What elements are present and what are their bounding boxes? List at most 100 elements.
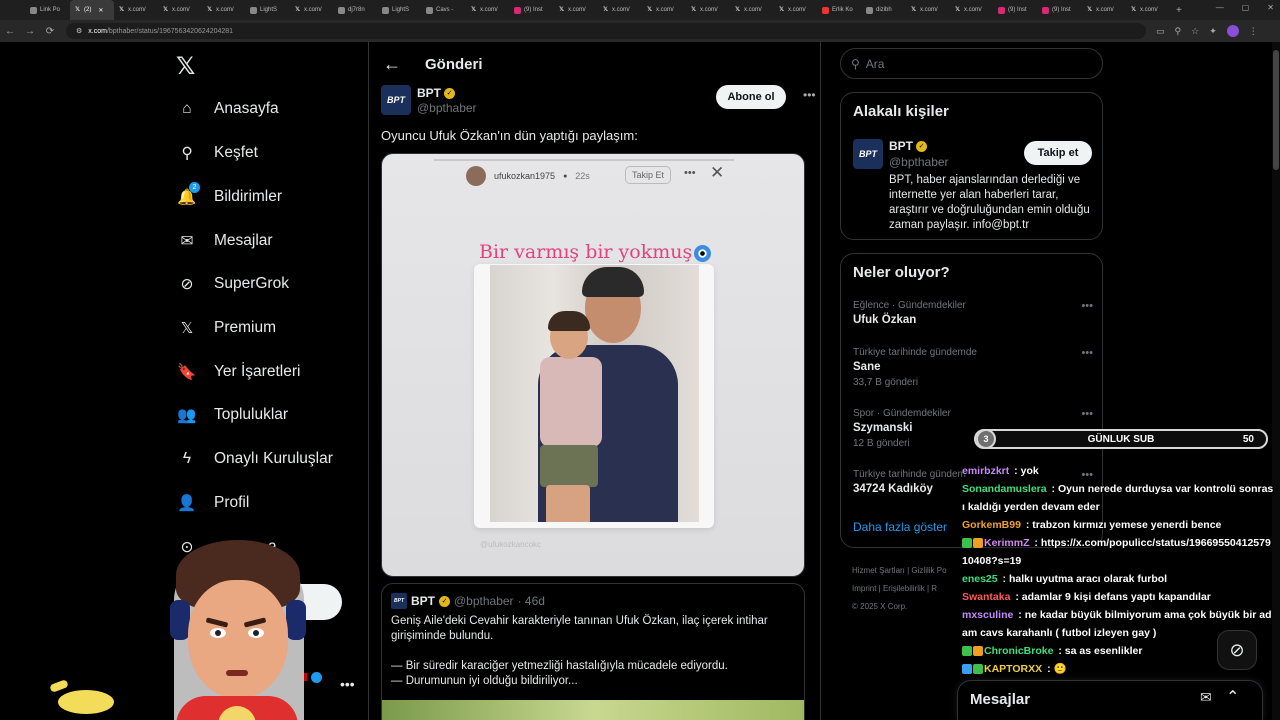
browser-tab[interactable]: (9) Inst bbox=[994, 0, 1038, 20]
x-logo[interactable]: 𝕏 bbox=[176, 52, 195, 81]
browser-tab[interactable]: Link Po bbox=[26, 0, 70, 20]
browser-tab[interactable]: 𝕏x.com/ bbox=[730, 0, 774, 20]
tab-label: Erlik Ko bbox=[832, 7, 853, 13]
chat-text: 🙂 bbox=[1053, 663, 1067, 675]
browser-tab[interactable]: 𝕏x.com/ bbox=[290, 0, 334, 20]
trend-more-icon[interactable]: ••• bbox=[1081, 347, 1093, 359]
cast-icon[interactable]: ▭ bbox=[1156, 26, 1165, 37]
instagram-favicon-icon bbox=[998, 6, 1005, 14]
trend-more-icon[interactable]: ••• bbox=[1081, 408, 1093, 420]
tab-label: x.com/ bbox=[788, 7, 806, 13]
maximize-icon[interactable]: ▢ bbox=[1242, 3, 1250, 12]
browser-tab[interactable]: (9) Inst bbox=[1038, 0, 1082, 20]
browser-tab[interactable]: 𝕏x.com/ bbox=[554, 0, 598, 20]
nav-item-profile[interactable]: 👤 Profil bbox=[176, 492, 249, 514]
browser-tab[interactable]: 𝕏x.com/ bbox=[114, 0, 158, 20]
minimize-icon[interactable]: — bbox=[1216, 3, 1224, 12]
nav-item-bell[interactable]: 🔔 2 Bildirimler bbox=[176, 182, 282, 208]
browser-tab[interactable]: 𝕏x.com/ bbox=[158, 0, 202, 20]
search-input[interactable]: ⚲ Ara bbox=[840, 48, 1103, 79]
browser-menu-icon[interactable]: ⋮ bbox=[1249, 26, 1258, 37]
nav-item-bookmark[interactable]: 🔖 Yer İşaretleri bbox=[176, 361, 300, 383]
streamer-avatar-overlay bbox=[140, 520, 360, 720]
nav-item-mail[interactable]: ✉ Mesajlar bbox=[176, 230, 273, 252]
nav-item-home[interactable]: ⌂ Anasayfa bbox=[176, 98, 278, 120]
author-handle[interactable]: @bpthaber bbox=[417, 101, 477, 115]
nav-item-grok[interactable]: ⊘ SuperGrok bbox=[176, 273, 289, 295]
star-icon[interactable]: ☆ bbox=[1191, 26, 1199, 37]
gold-verified-icon: ✓ bbox=[439, 595, 450, 607]
related-handle: @bpthaber bbox=[889, 155, 949, 169]
quoted-post[interactable]: BPT BPT ✓ @bpthaber · 46d Geniş Aile'dek… bbox=[381, 583, 805, 720]
author-avatar[interactable]: BPT bbox=[381, 85, 411, 115]
story-watermark: @ufukozkancokc bbox=[480, 540, 542, 549]
url-host: x.com bbox=[88, 27, 107, 35]
browser-tab[interactable]: 𝕏x.com/ bbox=[466, 0, 510, 20]
quoted-post-age: · 46d bbox=[517, 594, 545, 608]
site-info-icon[interactable]: ⚙ bbox=[76, 27, 82, 35]
browser-tab[interactable]: 𝕏x.com/ bbox=[950, 0, 994, 20]
browser-tab[interactable]: LightS bbox=[378, 0, 422, 20]
post-more-icon[interactable]: ••• bbox=[803, 88, 816, 102]
browser-tab[interactable]: 𝕏x.com/ bbox=[686, 0, 730, 20]
forward-icon[interactable]: → bbox=[20, 26, 40, 37]
author-name[interactable]: BPT ✓ bbox=[417, 86, 455, 100]
messages-drawer[interactable]: Mesajlar ✉ ⌃ bbox=[957, 680, 1263, 720]
quoted-author-name: BPT bbox=[411, 594, 435, 608]
pet-ear bbox=[49, 679, 69, 693]
url-field[interactable]: ⚙ x.com/bpthaber/status/1967563420624204… bbox=[66, 23, 1146, 39]
related-avatar[interactable]: BPT bbox=[853, 139, 883, 169]
post-media-image[interactable]: ufukozkan1975 ● 22s Takip Et ••• ✕ Bir v… bbox=[381, 153, 805, 577]
related-name[interactable]: BPT ✓ bbox=[889, 139, 927, 153]
browser-tab[interactable]: LightS bbox=[246, 0, 290, 20]
chat-separator: : bbox=[1011, 465, 1021, 477]
grok-button[interactable]: ⊘ bbox=[1217, 630, 1257, 670]
bell-icon-wrapper: 🔔 2 bbox=[176, 182, 200, 208]
zoom-icon[interactable]: ⚲ bbox=[1175, 26, 1182, 37]
extensions-icon[interactable]: ✦ bbox=[1209, 26, 1217, 37]
chat-username: enes25 bbox=[962, 573, 998, 585]
show-more-link[interactable]: Daha fazla göster bbox=[853, 520, 947, 534]
browser-tab[interactable]: 𝕏x.com/ bbox=[642, 0, 686, 20]
reload-icon[interactable]: ⟳ bbox=[40, 26, 60, 37]
browser-tab[interactable]: Erlik Ko bbox=[818, 0, 862, 20]
browser-tab[interactable]: dj7r8n bbox=[334, 0, 378, 20]
close-window-icon[interactable]: ✕ bbox=[1267, 3, 1274, 12]
trend-more-icon[interactable]: ••• bbox=[1081, 300, 1093, 312]
instagram-favicon-icon bbox=[1042, 6, 1049, 14]
trend-item[interactable]: Türkiye tarihinde gündemde Sane 33,7 B gön… bbox=[853, 347, 1093, 388]
browser-tab[interactable]: dizibh bbox=[862, 0, 906, 20]
browser-tab[interactable]: 𝕏 (2) ✕ bbox=[70, 0, 114, 20]
browser-tab[interactable]: Cavs - bbox=[422, 0, 466, 20]
browser-tab[interactable]: (9) Inst bbox=[510, 0, 554, 20]
browser-tab[interactable]: 𝕏x.com/ bbox=[1126, 0, 1170, 20]
tab-label: x.com/ bbox=[568, 7, 586, 13]
back-icon[interactable]: ← bbox=[0, 26, 20, 37]
address-bar: ← → ⟳ ⚙ x.com/bpthaber/status/1967563420… bbox=[0, 20, 1280, 42]
scrollbar-thumb[interactable] bbox=[1273, 50, 1279, 170]
browser-profile-avatar[interactable] bbox=[1226, 25, 1239, 37]
follow-button[interactable]: Takip et bbox=[1024, 141, 1092, 165]
new-tab-icon[interactable]: + bbox=[1176, 5, 1182, 16]
back-arrow-icon[interactable]: ← bbox=[383, 54, 401, 75]
notification-badge: 2 bbox=[189, 182, 200, 193]
nav-item-x-premium[interactable]: 𝕏 Premium bbox=[176, 317, 276, 339]
nav-item-search[interactable]: ⚲ Keşfet bbox=[176, 142, 258, 164]
subscribe-button[interactable]: Abone ol bbox=[716, 85, 786, 109]
new-message-icon[interactable]: ✉ bbox=[1200, 689, 1212, 706]
browser-tab[interactable]: 𝕏x.com/ bbox=[1082, 0, 1126, 20]
close-tab-icon[interactable]: ✕ bbox=[98, 7, 103, 14]
tab-label: (2) bbox=[84, 7, 92, 13]
browser-tab[interactable]: 𝕏x.com/ bbox=[906, 0, 950, 20]
nav-item-communities[interactable]: 👥 Topluluklar bbox=[176, 404, 288, 426]
browser-tab[interactable]: 𝕏x.com/ bbox=[598, 0, 642, 20]
expand-drawer-icon[interactable]: ⌃ bbox=[1226, 687, 1239, 707]
browser-tab[interactable]: 𝕏x.com/ bbox=[774, 0, 818, 20]
related-bio: BPT, haber ajanslarından derlediği ve in… bbox=[889, 174, 1090, 231]
mail-icon: ✉ bbox=[180, 232, 194, 250]
nav-item-lightning[interactable]: ϟ Onaylı Kuruluşlar bbox=[176, 448, 333, 470]
tab-label: x.com/ bbox=[656, 7, 674, 13]
trend-item[interactable]: Eğlence · Gündemdekiler Ufuk Özkan ••• bbox=[853, 300, 1093, 326]
browser-tab[interactable]: 𝕏x.com/ bbox=[202, 0, 246, 20]
search-placeholder: Ara bbox=[865, 56, 885, 71]
